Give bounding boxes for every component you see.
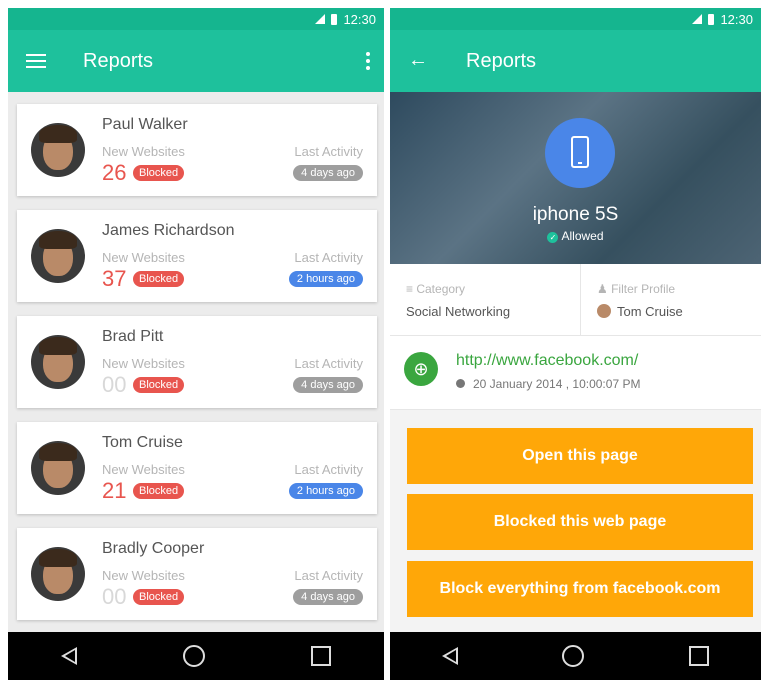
- clock-icon: [456, 379, 465, 388]
- url-row: ⊕ http://www.facebook.com/ 20 January 20…: [390, 336, 761, 410]
- last-activity-label: Last Activity: [294, 356, 363, 371]
- more-options-icon[interactable]: [366, 52, 370, 73]
- blocked-badge: Blocked: [133, 483, 185, 499]
- last-activity-label: Last Activity: [294, 568, 363, 583]
- new-websites-label: New Websites: [102, 144, 185, 159]
- report-card[interactable]: Brad Pitt New Websites 00 Blocked Last A…: [17, 316, 377, 408]
- page-title: Reports: [466, 50, 537, 72]
- back-arrow-icon[interactable]: ←: [408, 50, 428, 70]
- new-websites-count: 00: [102, 372, 127, 397]
- battery-icon: [331, 13, 338, 25]
- open-page-button[interactable]: Open this page: [407, 428, 753, 484]
- info-row: ≡ Category Social Networking ♟ Filter Pr…: [390, 264, 761, 336]
- device-header: iphone 5S ✓ Allowed: [390, 92, 761, 264]
- avatar: [31, 441, 85, 495]
- url-link[interactable]: http://www.facebook.com/: [456, 352, 638, 370]
- status-bar: 12:30: [390, 8, 761, 30]
- avatar: [31, 229, 85, 283]
- avatar: [31, 547, 85, 601]
- signal-icon: [692, 14, 703, 24]
- globe-icon: ⊕: [404, 352, 438, 386]
- system-nav-bar: [390, 632, 761, 680]
- nav-back-icon[interactable]: [442, 647, 459, 665]
- nav-home-icon[interactable]: [183, 645, 205, 667]
- blocked-badge: Blocked: [133, 165, 185, 181]
- status-time: 12:30: [720, 11, 753, 27]
- signal-icon: [315, 14, 326, 24]
- new-websites-label: New Websites: [102, 462, 185, 477]
- new-websites-label: New Websites: [102, 568, 185, 583]
- avatar: [31, 335, 85, 389]
- user-name: Paul Walker: [102, 116, 188, 133]
- avatar: [597, 304, 611, 318]
- last-activity-badge: 2 hours ago: [288, 271, 363, 287]
- menu-icon[interactable]: [26, 54, 46, 68]
- divider: [580, 264, 581, 336]
- report-card[interactable]: Bradly Cooper New Websites 00 Blocked La…: [17, 528, 377, 620]
- reports-list-screen: 12:30 Reports Paul Walker New Websites 2…: [8, 8, 384, 680]
- last-activity-badge: 4 days ago: [293, 377, 363, 393]
- status-bar: 12:30: [8, 8, 384, 30]
- report-detail-screen: 12:30 ← Reports iphone 5S ✓ Allowed ≡ Cat…: [390, 8, 761, 680]
- new-websites-count: 21: [102, 478, 127, 503]
- page-title: Reports: [83, 50, 154, 72]
- new-websites-label: New Websites: [102, 356, 185, 371]
- last-activity-label: Last Activity: [294, 462, 363, 477]
- block-domain-button[interactable]: Block everything from facebook.com: [407, 561, 753, 617]
- new-websites-count: 00: [102, 584, 127, 609]
- visit-timestamp: 20 January 2014 , 10:00:07 PM: [456, 377, 640, 391]
- filter-profile-label: ♟ Filter Profile: [597, 282, 676, 296]
- user-name: Tom Cruise: [102, 434, 183, 451]
- filter-profile-value[interactable]: Tom Cruise: [597, 304, 683, 319]
- system-nav-bar: [8, 632, 384, 680]
- device-name: iphone 5S: [532, 204, 619, 225]
- last-activity-badge: 2 hours ago: [288, 483, 363, 499]
- nav-home-icon[interactable]: [562, 645, 585, 667]
- user-name: Bradly Cooper: [102, 540, 205, 557]
- user-name: Brad Pitt: [102, 328, 164, 345]
- report-card[interactable]: Paul Walker New Websites 26 Blocked Last…: [17, 104, 377, 196]
- app-bar: Reports: [8, 30, 384, 92]
- category-value: Social Networking: [406, 304, 511, 319]
- nav-recents-icon[interactable]: [311, 646, 331, 666]
- blocked-badge: Blocked: [133, 377, 185, 393]
- device-status: ✓ Allowed: [390, 229, 761, 243]
- check-icon: ✓: [547, 232, 559, 243]
- blocked-badge: Blocked: [133, 271, 185, 287]
- device-status-text: Allowed: [561, 229, 604, 243]
- new-websites-count: 26: [102, 160, 127, 185]
- block-page-button[interactable]: Blocked this web page: [407, 494, 753, 550]
- last-activity-badge: 4 days ago: [293, 589, 363, 605]
- report-card[interactable]: Tom Cruise New Websites 21 Blocked Last …: [17, 422, 377, 514]
- blocked-badge: Blocked: [133, 589, 185, 605]
- nav-back-icon[interactable]: [61, 647, 77, 665]
- avatar: [31, 123, 85, 177]
- app-bar: ← Reports: [390, 30, 761, 92]
- user-name: James Richardson: [102, 222, 235, 239]
- last-activity-label: Last Activity: [294, 144, 363, 159]
- last-activity-label: Last Activity: [294, 250, 363, 265]
- battery-icon: [708, 13, 715, 25]
- new-websites-label: New Websites: [102, 250, 185, 265]
- category-label: ≡ Category: [406, 282, 466, 296]
- report-card[interactable]: James Richardson New Websites 37 Blocked…: [17, 210, 377, 302]
- last-activity-badge: 4 days ago: [293, 165, 363, 181]
- status-time: 12:30: [343, 11, 376, 27]
- nav-recents-icon[interactable]: [688, 646, 709, 666]
- new-websites-count: 37: [102, 266, 127, 291]
- phone-icon: [545, 118, 615, 188]
